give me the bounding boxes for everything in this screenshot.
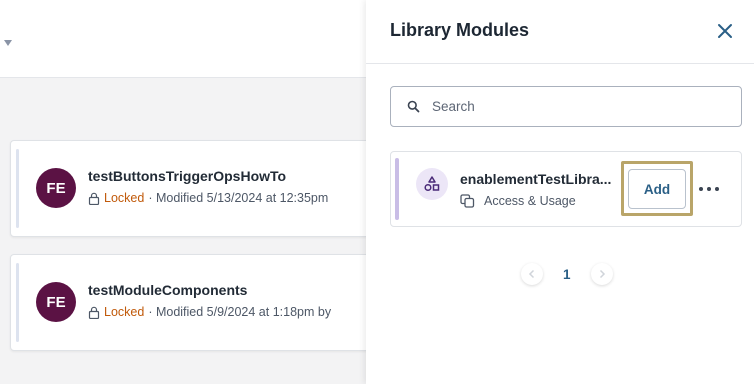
card-left-bar [16, 149, 19, 228]
avatar: FE [36, 282, 76, 322]
pagination: 1 [521, 263, 613, 285]
locked-status: Locked [104, 305, 145, 319]
lock-icon [88, 306, 100, 319]
module-meta: Locked · Modified 5/9/2024 at 1:18pm by [88, 305, 331, 319]
module-title[interactable]: testButtonsTriggerOpsHowTo [88, 168, 286, 184]
chevron-left-icon [528, 269, 535, 279]
add-button[interactable]: Add [628, 169, 686, 209]
module-meta: Locked · Modified 5/13/2024 at 12:35pm [88, 191, 328, 205]
card-left-bar [16, 263, 19, 342]
module-card[interactable]: FE testModuleComponents Locked · Modifie… [10, 254, 370, 351]
avatar: FE [36, 168, 76, 208]
close-icon[interactable] [716, 22, 734, 40]
caret-down-icon[interactable] [4, 40, 12, 46]
modified-text: · Modified 5/9/2024 at 1:18pm by [148, 305, 332, 319]
locked-status: Locked [104, 191, 145, 205]
search-icon [407, 100, 420, 113]
lock-icon [88, 192, 100, 205]
current-page[interactable]: 1 [563, 267, 571, 282]
panel-header: Library Modules [366, 0, 754, 64]
chevron-right-icon [599, 269, 605, 279]
modified-text: · Modified 5/13/2024 at 12:35pm [148, 191, 329, 205]
library-modules-panel: Library Modules enablementTestLibra... [366, 0, 754, 384]
copy-icon [460, 194, 475, 208]
next-page-button[interactable] [590, 263, 613, 285]
background-header [0, 0, 366, 78]
access-usage[interactable]: Access & Usage [460, 194, 576, 208]
panel-title: Library Modules [390, 20, 530, 40]
module-shapes-icon [416, 168, 448, 200]
access-usage-label: Access & Usage [484, 194, 576, 208]
library-module-card[interactable]: enablementTestLibra... Access & Usage Ad… [390, 151, 742, 227]
search-input[interactable] [432, 99, 722, 114]
module-title[interactable]: testModuleComponents [88, 282, 247, 298]
library-module-name[interactable]: enablementTestLibra... [460, 171, 611, 187]
prev-page-button[interactable] [521, 263, 543, 285]
module-card[interactable]: FE testButtonsTriggerOpsHowTo Locked · M… [10, 140, 370, 237]
search-field[interactable] [390, 86, 742, 127]
card-accent-bar [395, 158, 399, 220]
more-options-icon[interactable] [699, 180, 719, 198]
